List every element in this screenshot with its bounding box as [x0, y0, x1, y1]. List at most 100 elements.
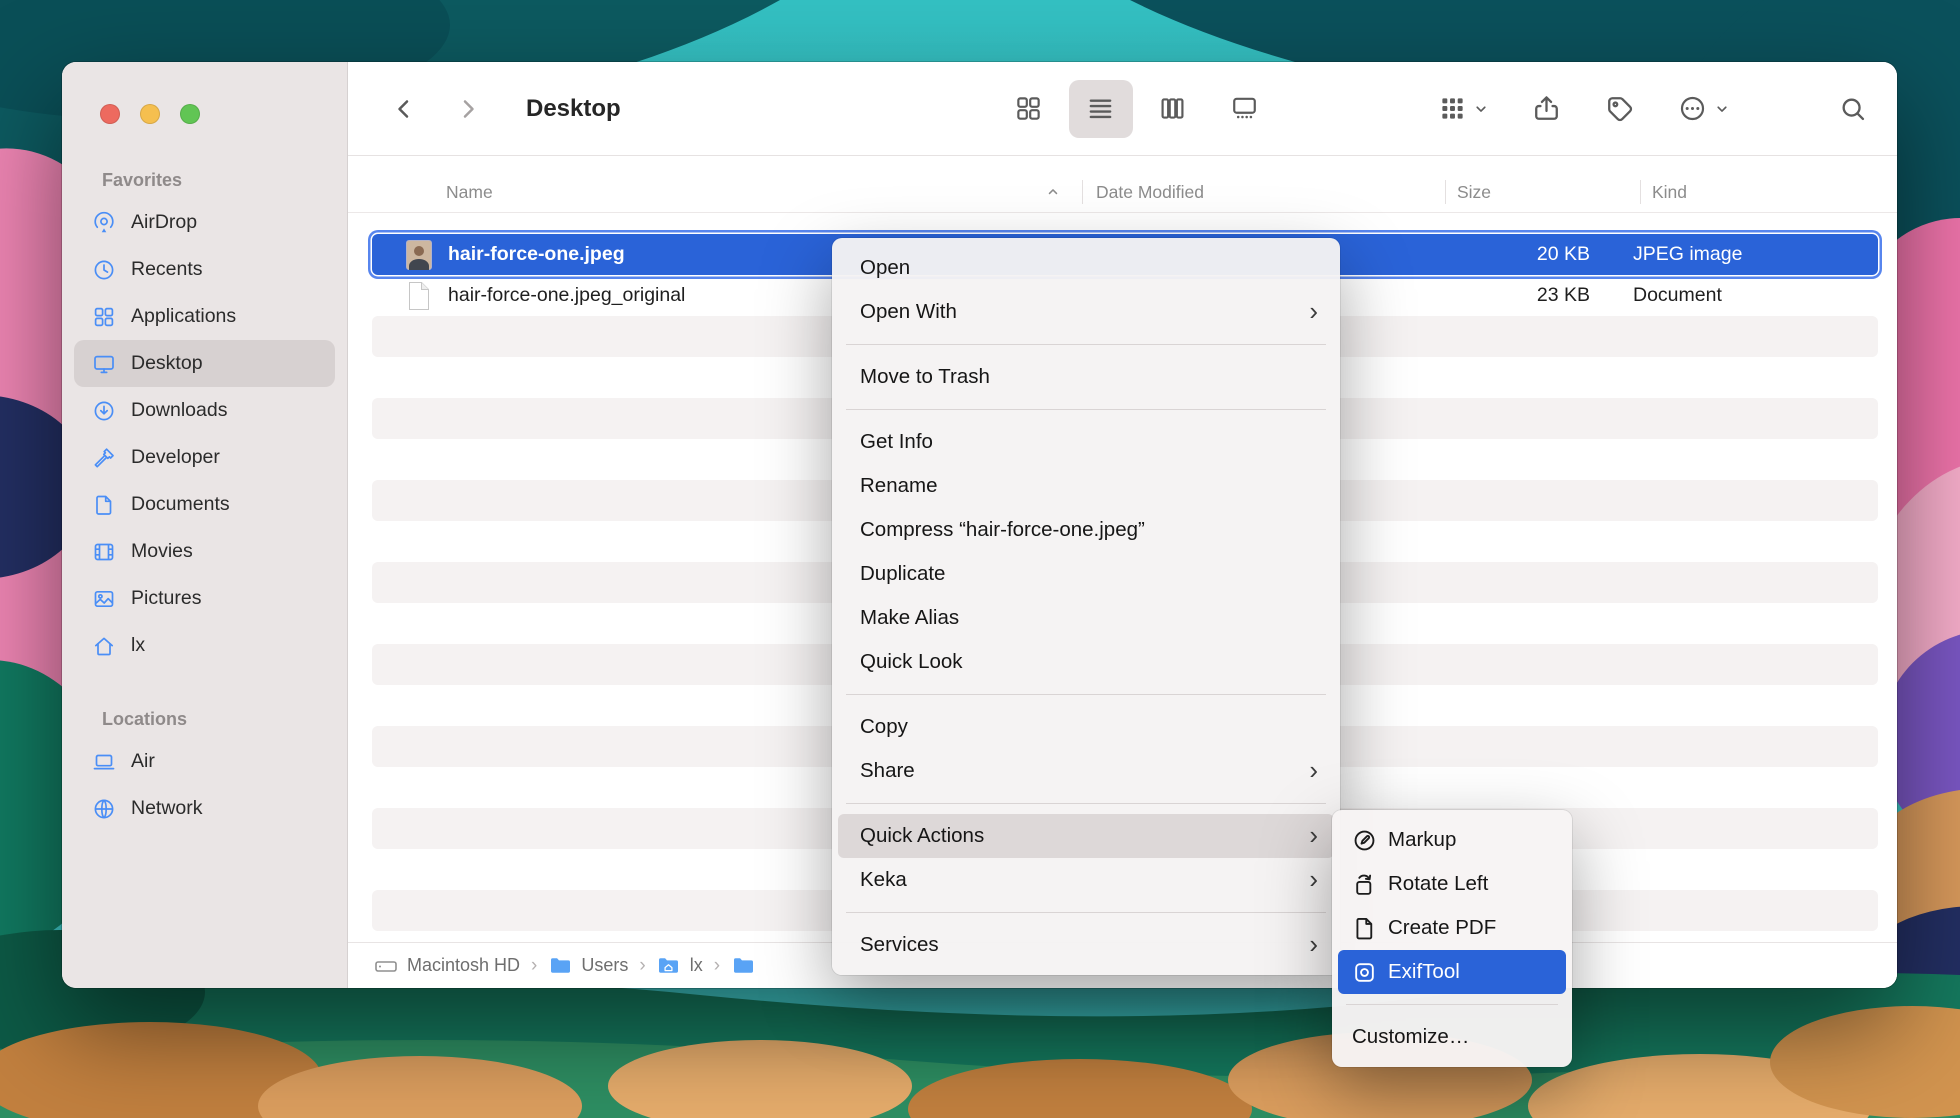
sidebar-item-label: Documents [131, 493, 230, 516]
menu-item-quick-actions[interactable]: Quick Actions› [838, 814, 1334, 858]
submenu-chevron-icon: › [1309, 298, 1318, 327]
column-view-button[interactable] [1141, 80, 1205, 138]
column-header-size[interactable]: Size [1445, 172, 1640, 212]
downloads-icon [91, 398, 117, 424]
sidebar-item-desktop[interactable]: Desktop [74, 340, 335, 387]
hard-drive-icon [374, 956, 398, 976]
sidebar-item-downloads[interactable]: Downloads [74, 387, 335, 434]
locations-section-title: Locations [102, 709, 347, 730]
document-icon [406, 281, 432, 311]
menu-item-get-info[interactable]: Get Info [838, 420, 1334, 464]
submenu-item-markup[interactable]: Markup [1338, 818, 1566, 862]
menu-item-move-to-trash[interactable]: Move to Trash [838, 355, 1334, 399]
menu-item-compress[interactable]: Compress “hair-force-one.jpeg” [838, 508, 1334, 552]
submenu-chevron-icon: › [1309, 931, 1318, 960]
path-item-lx[interactable]: lx [657, 955, 703, 976]
list-view-button[interactable] [1069, 80, 1133, 138]
column-header-kind[interactable]: Kind [1640, 172, 1897, 212]
sidebar-item-network[interactable]: Network [74, 785, 335, 832]
quick-actions-submenu: Markup Rotate Left Create PDF ExifTool C… [1332, 810, 1572, 1067]
path-item-macintosh-hd[interactable]: Macintosh HD [374, 955, 520, 976]
minimize-button[interactable] [140, 104, 160, 124]
film-icon [91, 539, 117, 565]
path-item-truncated[interactable] [731, 956, 764, 976]
sidebar-item-lx[interactable]: lx [74, 622, 335, 669]
gallery-view-button[interactable] [1213, 80, 1277, 138]
menu-item-services[interactable]: Services› [838, 923, 1334, 967]
create-pdf-icon [1351, 915, 1377, 941]
sidebar-item-airdrop[interactable]: AirDrop [74, 199, 335, 246]
path-separator: › [714, 955, 720, 977]
menu-item-make-alias[interactable]: Make Alias [838, 596, 1334, 640]
menu-divider [846, 912, 1326, 913]
sidebar-item-developer[interactable]: Developer [74, 434, 335, 481]
submenu-item-customize[interactable]: Customize… [1338, 1015, 1566, 1059]
zoom-button[interactable] [180, 104, 200, 124]
context-menu: Open Open With› Move to Trash Get Info R… [832, 238, 1340, 975]
icon-view-button[interactable] [997, 80, 1061, 138]
sidebar-item-label: Downloads [131, 399, 227, 422]
path-separator: › [531, 955, 537, 977]
sidebar-item-label: AirDrop [131, 211, 197, 234]
file-size: 20 KB [1445, 243, 1621, 266]
sidebar-item-air[interactable]: Air [74, 738, 335, 785]
column-header-date-modified[interactable]: Date Modified [1082, 172, 1445, 212]
menu-item-copy[interactable]: Copy [838, 705, 1334, 749]
sidebar-item-movies[interactable]: Movies [74, 528, 335, 575]
menu-divider [1346, 1004, 1558, 1005]
toolbar: Desktop [348, 62, 1897, 156]
exiftool-icon [1351, 959, 1377, 985]
menu-item-quick-look[interactable]: Quick Look [838, 640, 1334, 684]
sidebar-item-label: Movies [131, 540, 193, 563]
pictures-icon [91, 586, 117, 612]
more-actions-button[interactable] [1678, 94, 1729, 123]
sidebar-item-label: Desktop [131, 352, 203, 375]
file-size: 23 KB [1445, 284, 1621, 307]
search-button[interactable] [1839, 95, 1867, 123]
column-header-name[interactable]: Name [348, 172, 1082, 212]
menu-item-share[interactable]: Share› [838, 749, 1334, 793]
menu-item-open[interactable]: Open [838, 246, 1334, 290]
favorites-section-title: Favorites [102, 170, 347, 191]
close-button[interactable] [100, 104, 120, 124]
sidebar-item-label: lx [131, 634, 145, 657]
submenu-item-exiftool[interactable]: ExifTool [1338, 950, 1566, 994]
globe-icon [91, 796, 117, 822]
share-button[interactable] [1532, 94, 1561, 123]
airdrop-icon [91, 210, 117, 236]
sidebar-item-documents[interactable]: Documents [74, 481, 335, 528]
menu-item-keka[interactable]: Keka› [838, 858, 1334, 902]
rotate-left-icon [1351, 871, 1377, 897]
group-icon [1439, 95, 1466, 122]
markup-icon [1351, 827, 1377, 853]
folder-icon [731, 956, 755, 976]
submenu-item-rotate-left[interactable]: Rotate Left [1338, 862, 1566, 906]
sort-ascending-icon [1046, 185, 1060, 199]
submenu-chevron-icon: › [1309, 822, 1318, 851]
more-icon [1678, 94, 1707, 123]
submenu-chevron-icon: › [1309, 866, 1318, 895]
home-icon [91, 633, 117, 659]
menu-divider [846, 344, 1326, 345]
menu-item-duplicate[interactable]: Duplicate [838, 552, 1334, 596]
back-button[interactable] [392, 97, 416, 121]
menu-item-open-with[interactable]: Open With› [838, 290, 1334, 334]
sidebar-item-label: Network [131, 797, 203, 820]
submenu-chevron-icon: › [1309, 757, 1318, 786]
path-separator: › [639, 955, 645, 977]
path-item-users[interactable]: Users [548, 955, 628, 976]
home-folder-icon [657, 956, 681, 976]
menu-item-rename[interactable]: Rename [838, 464, 1334, 508]
chevron-down-icon [1474, 102, 1488, 116]
group-button[interactable] [1439, 95, 1488, 122]
tag-button[interactable] [1605, 94, 1634, 123]
sidebar-item-label: Pictures [131, 587, 201, 610]
sidebar-item-applications[interactable]: Applications [74, 293, 335, 340]
window-title: Desktop [526, 95, 621, 123]
file-kind: Document [1621, 284, 1878, 307]
sidebar-item-recents[interactable]: Recents [74, 246, 335, 293]
forward-button[interactable] [456, 97, 480, 121]
submenu-item-create-pdf[interactable]: Create PDF [1338, 906, 1566, 950]
sidebar-item-pictures[interactable]: Pictures [74, 575, 335, 622]
applications-icon [91, 304, 117, 330]
